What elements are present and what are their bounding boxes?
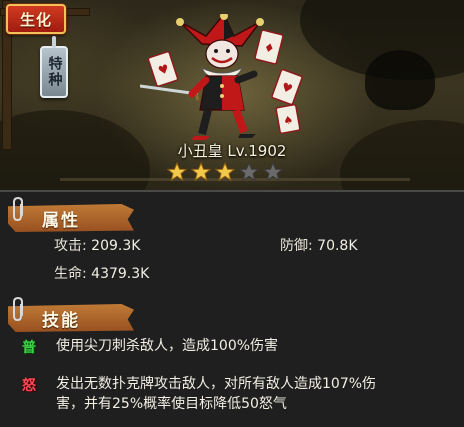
playing-card-icon: ♠: [275, 104, 301, 134]
star-icon: [167, 162, 187, 182]
skills-header: 技能: [8, 304, 134, 332]
rage-skill-text-line2: 害，并有25%概率使目标降低50怒气: [56, 396, 287, 412]
defense-label: 防御:: [280, 238, 313, 254]
normal-skill-text: 使用尖刀刺杀敌人，造成100%伤害: [56, 338, 279, 354]
playing-card-icon: ♥: [147, 51, 179, 87]
transform-badge[interactable]: 生化: [6, 4, 66, 34]
defense-stat: 防御: 70.8K: [280, 235, 358, 255]
hero-type-tag[interactable]: 特种: [40, 36, 68, 98]
hero-type-label: 特种: [46, 56, 63, 88]
star-icon: [215, 162, 235, 182]
paperclip-icon: [13, 296, 23, 322]
hero-info-panel: 属性 攻击: 209.3K 防御: 70.8K 生命: 4379.3K 技能 普…: [0, 190, 464, 427]
star-icon: [239, 162, 259, 182]
transform-label: 生化: [19, 10, 52, 29]
skills-title: 技能: [42, 310, 80, 331]
star-icon: [263, 162, 283, 182]
normal-attack-icon: 普: [22, 340, 36, 356]
hero-name: 小丑皇: [177, 142, 223, 160]
attack-stat: 攻击: 209.3K: [54, 235, 140, 255]
attack-value: 209.3K: [91, 238, 141, 254]
hero-scene: 生化 特种 ♥ ♦ ♥ ♠ 小丑皇 Lv.1902: [0, 0, 464, 190]
rage-skill-text-line1: 发出无数扑克牌攻击敌人，对所有敌人造成107%伤: [56, 376, 377, 392]
hero-portrait: ♥ ♦ ♥ ♠: [140, 14, 303, 140]
rage-skill-icon: 怒: [22, 378, 36, 394]
hp-stat: 生命: 4379.3K: [54, 263, 149, 283]
rage-skill: 怒 发出无数扑克牌攻击敌人，对所有敌人造成107%伤 害，并有25%概率使目标降…: [18, 374, 376, 414]
hp-label: 生命:: [54, 266, 87, 282]
playing-card-icon: ♦: [254, 29, 284, 65]
hero-name-level: 小丑皇 Lv.1902: [0, 140, 464, 161]
star-rating: [167, 162, 283, 182]
normal-skill: 普 使用尖刀刺杀敌人，造成100%伤害: [18, 336, 278, 358]
playing-card-icon: ♥: [271, 68, 303, 106]
defense-value: 70.8K: [317, 238, 358, 254]
attributes-title: 属性: [42, 210, 80, 231]
attributes-header: 属性: [8, 204, 134, 232]
rage-skill-text: 发出无数扑克牌攻击敌人，对所有敌人造成107%伤 害，并有25%概率使目标降低5…: [56, 374, 376, 414]
hp-value: 4379.3K: [91, 266, 150, 282]
star-icon: [191, 162, 211, 182]
paperclip-icon: [13, 196, 23, 222]
cave-hole: [365, 50, 435, 110]
attack-label: 攻击:: [54, 238, 87, 254]
hero-level: Lv.1902: [227, 142, 287, 160]
